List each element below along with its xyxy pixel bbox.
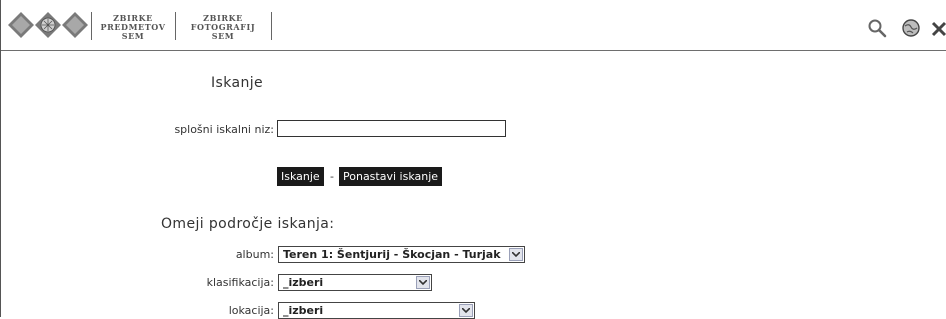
- album-label: album:: [235, 248, 274, 261]
- lokacija-select[interactable]: _izberi: [278, 302, 475, 319]
- klasifikacija-label: klasifikacija:: [206, 276, 274, 289]
- filter-heading: Omeji področje iskanja:: [161, 216, 335, 232]
- reset-search-button[interactable]: Ponastavi iskanje: [339, 167, 443, 186]
- lokacija-label: lokacija:: [228, 304, 274, 317]
- collection-link-predmetov[interactable]: ZBIRKE PREDMETOV SEM: [93, 14, 173, 41]
- chevron-down-icon[interactable]: [459, 304, 473, 317]
- album-selected-value: Teren 1: Šentjurij - Škocjan - Turjak: [283, 248, 501, 261]
- diamond-cluster-logo[interactable]: [8, 12, 88, 38]
- header-divider-line: [1, 50, 946, 51]
- header-divider: [175, 12, 176, 40]
- header-divider: [91, 12, 92, 40]
- klasifikacija-select[interactable]: _izberi: [278, 274, 432, 291]
- klasifikacija-selected-value: _izberi: [283, 276, 324, 289]
- search-button[interactable]: Iskanje: [277, 167, 324, 186]
- search-heading: Iskanje: [211, 75, 264, 91]
- close-icon[interactable]: [931, 18, 946, 38]
- collection-line: SEM: [211, 31, 235, 41]
- lokacija-selected-value: _izberi: [283, 304, 324, 317]
- general-search-label: splošni iskalni niz:: [174, 123, 274, 136]
- collection-link-fotografij[interactable]: ZBIRKE FOTOGRAFIJ SEM: [177, 14, 269, 41]
- album-select[interactable]: Teren 1: Šentjurij - Škocjan - Turjak: [278, 246, 525, 263]
- general-search-input[interactable]: [277, 120, 506, 137]
- collection-line: SEM: [121, 31, 145, 41]
- header: ZBIRKE PREDMETOV SEM ZBIRKE FOTOGRAFIJ S…: [1, 0, 946, 50]
- header-divider: [271, 12, 272, 40]
- chevron-down-icon[interactable]: [416, 276, 430, 289]
- search-page: ZBIRKE PREDMETOV SEM ZBIRKE FOTOGRAFIJ S…: [0, 0, 946, 319]
- globe-icon[interactable]: [901, 18, 921, 38]
- chevron-down-icon[interactable]: [509, 248, 523, 261]
- search-icon[interactable]: [867, 18, 887, 38]
- button-separator: -: [330, 170, 334, 183]
